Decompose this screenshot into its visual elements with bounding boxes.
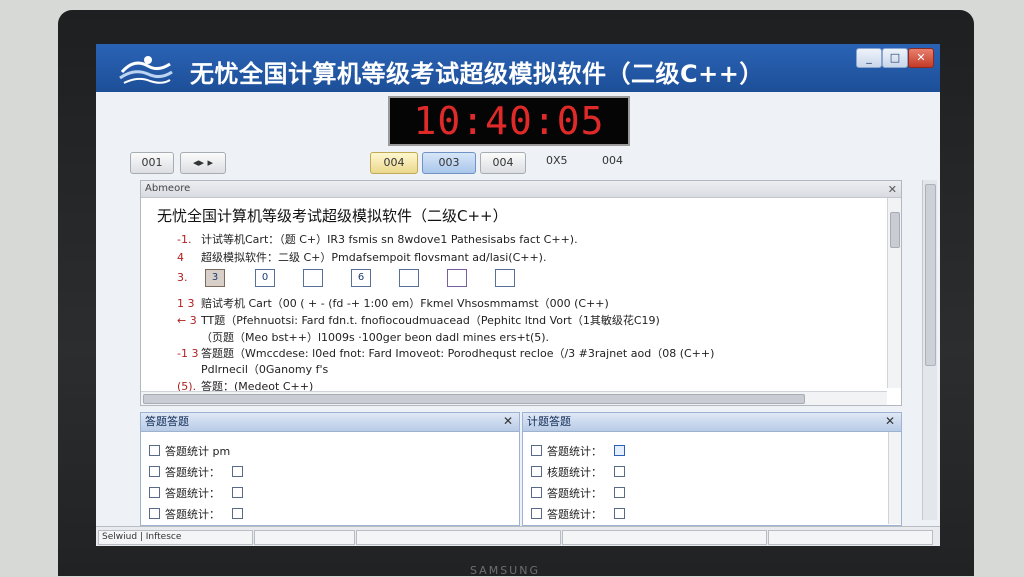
checkbox[interactable] (614, 466, 625, 477)
status-text: Selwiud | Inftesce (98, 530, 253, 545)
question-title: 无忧全国计算机等级考试超级模拟软件（二级C++） (157, 207, 508, 225)
minimize-button[interactable]: _ (856, 48, 882, 68)
app-window: 无忧全国计算机等级考试超级模拟软件（二级C++） _ □ ✕ 10:40:05 … (96, 44, 940, 546)
question-line: （页题（Meo bst++）l1009s ·100ger beon dadl m… (201, 331, 550, 344)
title-bar: 无忧全国计算机等级考试超级模拟软件（二级C++） _ □ ✕ (96, 44, 940, 92)
right-panel-header: 计题答题 (523, 413, 901, 432)
countdown-timer: 10:40:05 (388, 96, 630, 146)
option-box[interactable]: 0 (255, 269, 275, 287)
question-line: -1 3 答题题（Wmccdese: l0ed fnot: Fard Imoveo… (177, 347, 715, 360)
monitor-brand: SAMSUNG (470, 564, 540, 577)
status-bar: Selwiud | Inftesce (96, 526, 940, 546)
answer-panel-left: 答题答题 ✕ 答题统计 pm 答题统计： 答题统计： 答题统计： (140, 412, 520, 526)
status-segment (562, 530, 767, 545)
scroll-thumb[interactable] (925, 184, 936, 366)
checkbox[interactable] (232, 487, 243, 498)
question-tab-1[interactable]: 004 (370, 152, 418, 174)
panel-scrollbar[interactable] (888, 432, 901, 524)
answer-panel-right: 计题答题 ✕ 答题统计： 核题统计： 答题统计： 答题统计： (522, 412, 902, 526)
window-vertical-scrollbar[interactable] (922, 180, 937, 520)
checkbox[interactable] (149, 487, 160, 498)
panel-close-icon[interactable]: ✕ (888, 183, 897, 196)
app-logo-icon (119, 56, 173, 84)
close-button[interactable]: ✕ (908, 48, 934, 68)
question-tab-5[interactable]: 004 (602, 154, 623, 167)
right-panel-close-icon[interactable]: ✕ (885, 414, 895, 428)
checkbox[interactable] (614, 487, 625, 498)
option-box[interactable] (399, 269, 419, 287)
checkbox[interactable] (531, 508, 542, 519)
option-box[interactable] (495, 269, 515, 287)
list-item[interactable]: 答题统计： (531, 506, 625, 522)
list-item[interactable]: 答题统计 pm (149, 443, 230, 459)
question-line: 1 3 赔试考机 Cart（00 ( + - (fd -+ 1:00 em）Fkm… (177, 297, 609, 310)
nav-first-button[interactable]: 001 (130, 152, 174, 174)
question-tab-2[interactable]: 003 (422, 152, 476, 174)
list-item[interactable]: 答题统计： (531, 443, 625, 459)
status-segment (768, 530, 933, 545)
checkbox[interactable] (232, 508, 243, 519)
question-vertical-scrollbar[interactable] (887, 198, 901, 388)
question-panel: Abmeore ✕ 无忧全国计算机等级考试超级模拟软件（二级C++） -1. 计试… (140, 180, 902, 406)
checkbox[interactable] (531, 487, 542, 498)
window-title: 无忧全国计算机等级考试超级模拟软件（二级C++） (190, 60, 764, 88)
option-box[interactable]: 6 (351, 269, 371, 287)
option-box[interactable] (447, 269, 467, 287)
question-tab-3[interactable]: 004 (480, 152, 526, 174)
checkbox[interactable] (149, 466, 160, 477)
question-horizontal-scrollbar[interactable] (141, 391, 887, 405)
checkbox[interactable] (149, 445, 160, 456)
question-line: -1. 计试等机Cart：（题 C+）IR3 fsmis sn 8wdove1 P… (177, 233, 578, 246)
checkbox[interactable] (232, 466, 243, 477)
checkbox[interactable] (531, 445, 542, 456)
list-item[interactable]: 答题统计： (531, 485, 625, 501)
status-segment (356, 530, 561, 545)
list-item[interactable]: 核题统计： (531, 464, 625, 480)
nav-arrows-button[interactable]: ◂▸ ▸ (180, 152, 226, 174)
question-panel-header: Abmeore (141, 181, 901, 198)
checkbox[interactable] (149, 508, 160, 519)
left-panel-close-icon[interactable]: ✕ (503, 414, 513, 428)
question-line: 4 超级模拟软件：二级 C+）Pmdafsempoit flovsmant ad/… (177, 251, 547, 264)
status-segment (254, 530, 355, 545)
question-line: 3. (177, 271, 188, 284)
scroll-thumb[interactable] (143, 394, 805, 404)
list-item[interactable]: 答题统计： (149, 485, 243, 501)
question-line: Pdlrnecil（0Ganomy f's (201, 363, 329, 376)
checkbox[interactable] (531, 466, 542, 477)
question-tab-4[interactable]: 0X5 (546, 154, 568, 167)
question-line: ← 3 TT题（Pfehnuotsi: Fard fdn.t. fnofiocou… (177, 314, 660, 327)
maximize-button[interactable]: □ (882, 48, 908, 68)
checkbox[interactable] (614, 445, 625, 456)
scroll-thumb[interactable] (890, 212, 900, 248)
left-panel-header: 答题答题 (141, 413, 519, 432)
list-item[interactable]: 答题统计： (149, 464, 243, 480)
list-item[interactable]: 答题统计： (149, 506, 243, 522)
checkbox[interactable] (614, 508, 625, 519)
option-box[interactable]: 3 (205, 269, 225, 287)
option-box[interactable] (303, 269, 323, 287)
